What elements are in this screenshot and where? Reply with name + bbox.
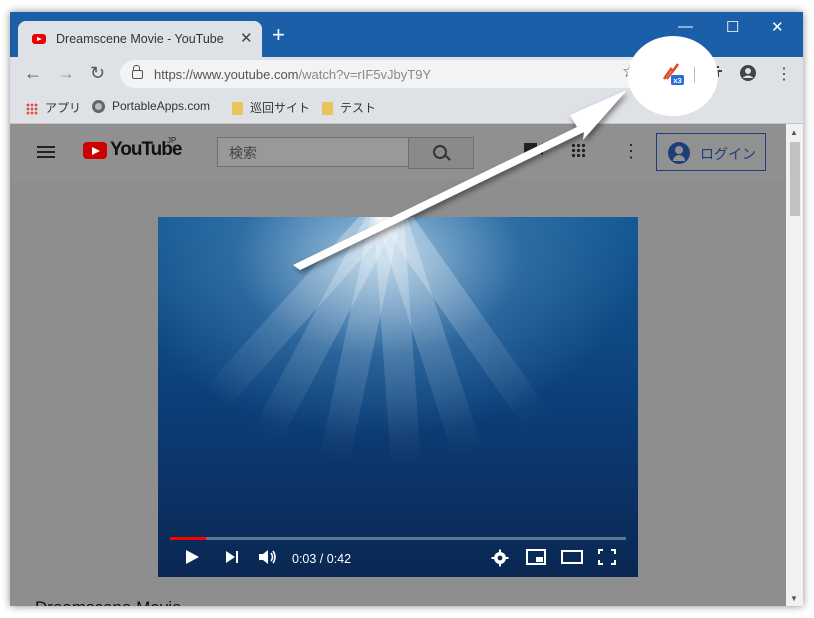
callout-arrow bbox=[293, 90, 627, 270]
